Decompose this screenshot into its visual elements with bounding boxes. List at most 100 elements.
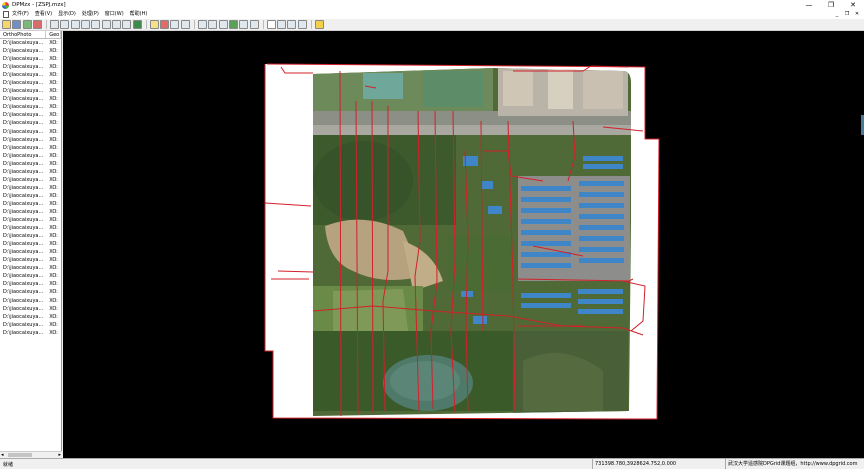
edit-node-icon[interactable] — [198, 20, 208, 29]
map-canvas[interactable] — [63, 31, 864, 458]
mdi-close-button[interactable]: ✕ — [852, 10, 862, 19]
draw-line-icon[interactable] — [208, 20, 218, 29]
geo-cell: XO: — [49, 297, 58, 304]
table-row[interactable]: D:\jiaocaixuya... XO: — [0, 321, 61, 329]
table-row[interactable]: D:\jiaocaixuya... XO: — [0, 184, 61, 192]
table-row[interactable]: D:\jiaocaixuya... XO: — [0, 168, 61, 176]
zoom-window-icon[interactable] — [70, 20, 80, 29]
zoom-fit-icon[interactable] — [81, 20, 91, 29]
table-row[interactable]: D:\jiaocaixuya... XO: — [0, 288, 61, 296]
table-row[interactable]: D:\jiaocaixuya... XO: — [0, 160, 61, 168]
save-icon[interactable] — [12, 20, 22, 29]
table-row[interactable]: D:\jiaocaixuya... XO: — [0, 240, 61, 248]
table-row[interactable]: D:\jiaocaixuya... XO: — [0, 200, 61, 208]
table-row[interactable]: D:\jiaocaixuya... XO: — [0, 305, 61, 313]
table-row[interactable]: D:\jiaocaixuya... XO: — [0, 39, 61, 47]
geo-cell: XO: — [49, 176, 58, 183]
open-icon[interactable] — [2, 20, 11, 29]
table-row[interactable]: D:\jiaocaixuya... XO: — [0, 119, 61, 127]
menu-help[interactable]: 帮助(H) — [130, 10, 148, 19]
table-row[interactable]: D:\jiaocaixuya... XO: — [0, 144, 61, 152]
geo-cell: XO: — [49, 321, 58, 328]
table-row[interactable]: D:\jiaocaixuya... XO: — [0, 71, 61, 79]
zoom-previous-icon[interactable] — [101, 20, 111, 29]
document-icon[interactable] — [3, 11, 9, 18]
export-ortho-icon[interactable] — [297, 20, 307, 29]
table-row[interactable]: D:\jiaocaixuya... XO: — [0, 176, 61, 184]
geo-cell: XO: — [49, 112, 58, 119]
table-row[interactable]: D:\jiaocaixuya... XO: — [0, 264, 61, 272]
table-row[interactable]: D:\jiaocaixuya... XO: — [0, 297, 61, 305]
toolbar-separator — [145, 20, 147, 29]
rectangle-icon[interactable] — [266, 20, 276, 29]
table-row[interactable]: D:\jiaocaixuya... XO: — [0, 216, 61, 224]
table-row[interactable]: D:\jiaocaixuya... XO: — [0, 55, 61, 63]
seamline-icon[interactable] — [160, 20, 170, 29]
menu-display[interactable]: 显示(D) — [58, 10, 76, 19]
table-row[interactable]: D:\jiaocaixuya... XO: — [0, 152, 61, 160]
menu-window[interactable]: 窗口(W) — [105, 10, 124, 19]
column-header-geo[interactable]: Geo — [46, 31, 61, 38]
table-row[interactable]: D:\jiaocaixuya... XO: — [0, 192, 61, 200]
pan-icon[interactable] — [111, 20, 121, 29]
overview-icon[interactable] — [132, 20, 142, 29]
orthophoto-path-cell: D:\jiaocaixuya... — [3, 128, 44, 135]
toolbar — [0, 19, 864, 31]
orthophoto-path-cell: D:\jiaocaixuya... — [3, 152, 44, 159]
table-row[interactable]: D:\jiaocaixuya... XO: — [0, 87, 61, 95]
table-row[interactable]: D:\jiaocaixuya... XO: — [0, 128, 61, 136]
image-list-scrollbar[interactable]: ◂ ▸ — [0, 451, 62, 458]
export-icon[interactable] — [32, 20, 42, 29]
table-row[interactable]: D:\jiaocaixuya... XO: — [0, 208, 61, 216]
zoom-actual-icon[interactable] — [91, 20, 101, 29]
table-row[interactable]: D:\jiaocaixuya... XO: — [0, 232, 61, 240]
geo-cell: XO: — [49, 200, 58, 207]
geo-cell: XO: — [49, 160, 58, 167]
tools-icon[interactable] — [287, 20, 297, 29]
mosaic-icon[interactable] — [228, 20, 238, 29]
table-row[interactable]: D:\jiaocaixuya... XO: — [0, 272, 61, 280]
table-row[interactable]: D:\jiaocaixuya... XO: — [0, 329, 61, 337]
orthophoto-path-cell: D:\jiaocaixuya... — [3, 64, 44, 71]
menu-process[interactable]: 处理(P) — [82, 10, 99, 19]
select-icon[interactable] — [149, 20, 159, 29]
import-icon[interactable] — [22, 20, 32, 29]
table-row[interactable]: D:\jiaocaixuya... XO: — [0, 111, 61, 119]
check-icon[interactable] — [239, 20, 249, 29]
table-row[interactable]: D:\jiaocaixuya... XO: — [0, 248, 61, 256]
menu-file[interactable]: 文件(F) — [12, 10, 29, 19]
maximize-button[interactable]: ❐ — [820, 0, 842, 10]
grid-icon[interactable] — [170, 20, 180, 29]
properties-icon[interactable] — [277, 20, 287, 29]
table-row[interactable]: D:\jiaocaixuya... XO: — [0, 256, 61, 264]
undo-icon[interactable] — [249, 20, 259, 29]
table-row[interactable]: D:\jiaocaixuya... XO: — [0, 224, 61, 232]
close-button[interactable]: ✕ — [842, 0, 864, 10]
zoom-out-icon[interactable] — [60, 20, 70, 29]
mdi-restore-button[interactable]: ❐ — [842, 10, 852, 19]
orthophoto-path-cell: D:\jiaocaixuya... — [3, 200, 44, 207]
orthophoto-path-cell: D:\jiaocaixuya... — [3, 144, 44, 151]
mdi-minimize-button[interactable]: _ — [832, 10, 842, 19]
zoom-in-icon[interactable] — [50, 20, 60, 29]
table-row[interactable]: D:\jiaocaixuya... XO: — [0, 47, 61, 55]
table-icon[interactable] — [180, 20, 190, 29]
table-row[interactable]: D:\jiaocaixuya... XO: — [0, 280, 61, 288]
table-row[interactable]: D:\jiaocaixuya... XO: — [0, 313, 61, 321]
geo-cell: XO: — [49, 64, 58, 71]
table-row[interactable]: D:\jiaocaixuya... XO: — [0, 79, 61, 87]
table-row[interactable]: D:\jiaocaixuya... XO: — [0, 103, 61, 111]
table-row[interactable]: D:\jiaocaixuya... XO: — [0, 63, 61, 71]
minimize-button[interactable]: — — [798, 0, 820, 10]
geo-cell: XO: — [49, 136, 58, 143]
scrollbar-thumb[interactable] — [8, 453, 32, 457]
table-row[interactable]: D:\jiaocaixuya... XO: — [0, 95, 61, 103]
table-row[interactable]: D:\jiaocaixuya... XO: — [0, 136, 61, 144]
help-icon[interactable] — [315, 20, 325, 29]
cut-icon[interactable] — [218, 20, 228, 29]
column-header-orthophoto[interactable]: OrthoPhoto — [0, 31, 47, 38]
refresh-icon[interactable] — [122, 20, 132, 29]
orthophoto-path-cell: D:\jiaocaixuya... — [3, 80, 44, 87]
mosaic-view[interactable] — [63, 31, 864, 458]
menu-view[interactable]: 查看(V) — [35, 10, 52, 19]
